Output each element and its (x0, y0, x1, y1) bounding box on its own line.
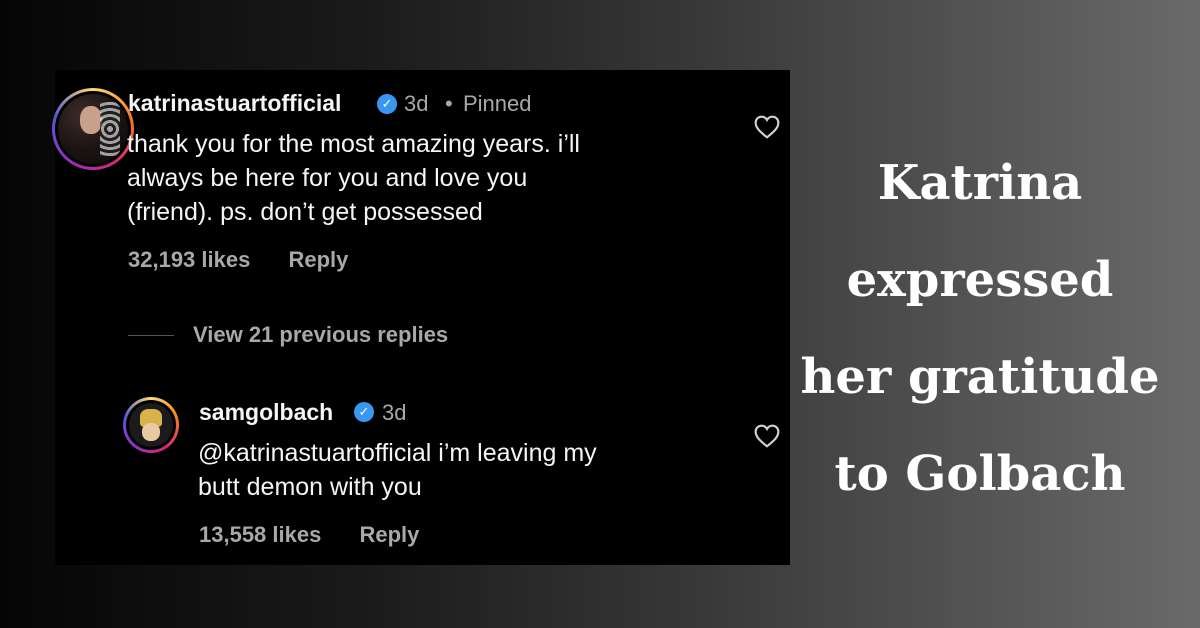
katrina-avatar[interactable] (52, 88, 134, 170)
headline-line: her gratitude (800, 349, 1160, 405)
view-replies-button[interactable]: View 21 previous replies (193, 322, 448, 348)
likes-count[interactable]: 13,558 likes (199, 522, 321, 547)
heart-icon[interactable] (754, 424, 780, 448)
pinned-label: Pinned (463, 91, 532, 116)
verified-badge-icon: ✓ (377, 94, 397, 114)
comment-text: thank you for the most amazing years. i’… (127, 130, 580, 226)
reply-timestamp: 3d (382, 400, 407, 425)
heart-icon[interactable] (754, 115, 780, 139)
reply-text: @katrinastuartofficial i’m leaving my bu… (198, 439, 597, 501)
reply-button[interactable]: Reply (359, 522, 419, 547)
comment-username[interactable]: katrinastuartofficial (128, 90, 341, 117)
comment-actions: 32,193 likes Reply (128, 247, 380, 273)
samgolbach-avatar[interactable] (123, 397, 179, 453)
comments-panel: katrinastuartofficial ✓ 3d • Pinned than… (52, 70, 790, 565)
reply-button[interactable]: Reply (288, 247, 348, 272)
verified-badge-icon: ✓ (354, 402, 374, 422)
headline-line: expressed (846, 252, 1114, 308)
comment-timestamp: 3d (404, 91, 429, 116)
reply-username[interactable]: samgolbach (199, 399, 333, 426)
meta-separator: • (445, 91, 453, 116)
likes-count[interactable]: 32,193 likes (128, 247, 250, 272)
replies-divider (128, 335, 174, 336)
headline-line: to Golbach (834, 446, 1126, 502)
headline: Katrina expressed her gratitude to Golba… (790, 135, 1170, 523)
headline-line: Katrina (877, 155, 1083, 211)
reply-actions: 13,558 likes Reply (199, 522, 451, 548)
